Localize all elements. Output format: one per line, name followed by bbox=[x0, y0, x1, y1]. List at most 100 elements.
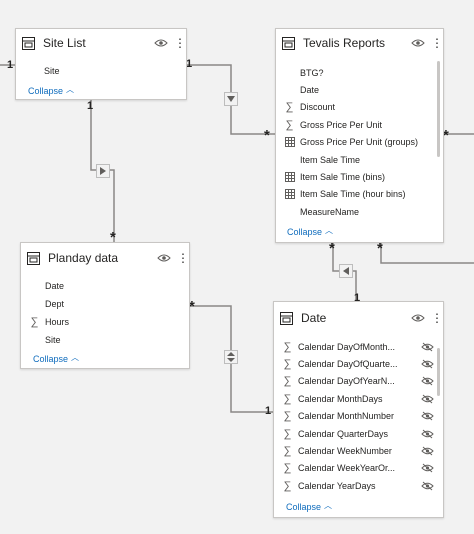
hidden-eye-icon[interactable] bbox=[421, 376, 434, 386]
collapse-link[interactable]: Collapse ︿ bbox=[28, 85, 74, 96]
field-name: Calendar DayOfQuarte... bbox=[298, 358, 398, 369]
field-row[interactable]: ∑ Calendar DayOfQuarte... bbox=[282, 355, 434, 372]
table-card-planday-data[interactable]: Planday data ⋮ Date Dept ∑ Hours Site Collap… bbox=[20, 242, 190, 369]
sigma-icon: ∑ bbox=[283, 479, 292, 492]
collapse-link[interactable]: Collapse ︿ bbox=[286, 501, 332, 512]
field-name: Calendar WeekYearOr... bbox=[298, 463, 396, 474]
table-card-site-list[interactable]: Site List ⋮ Site Collapse ︿ bbox=[15, 28, 187, 100]
field-name: Site bbox=[44, 65, 60, 76]
hidden-eye-icon[interactable] bbox=[421, 342, 434, 352]
table-icon bbox=[282, 36, 295, 50]
filter-direction-left-icon bbox=[339, 264, 353, 278]
field-name: Gross Price Per Unit (groups) bbox=[300, 137, 419, 148]
cardinality-site-tevalis-to: * bbox=[264, 127, 270, 144]
filter-direction-right-icon bbox=[96, 164, 110, 178]
field-row[interactable]: Gross Price Per Unit (groups) bbox=[284, 134, 418, 151]
field-row[interactable]: ∑ Calendar QuarterDays bbox=[282, 425, 434, 442]
group-grid-icon bbox=[284, 171, 295, 182]
more-options-icon[interactable]: ⋮ bbox=[177, 252, 189, 264]
field-name: Site bbox=[45, 334, 61, 345]
cardinality-tevalis-date-from: * bbox=[329, 240, 335, 257]
table-header[interactable]: Site List ⋮ bbox=[16, 29, 186, 57]
field-name: Date bbox=[300, 84, 320, 95]
field-row[interactable]: ∑ Discount bbox=[284, 99, 335, 116]
eye-icon[interactable] bbox=[411, 313, 425, 323]
field-row[interactable]: BTG? bbox=[284, 64, 324, 81]
eye-icon[interactable] bbox=[411, 38, 425, 48]
hidden-eye-icon[interactable] bbox=[421, 481, 434, 491]
table-header[interactable]: Planday data ⋮ bbox=[21, 243, 189, 273]
filter-direction-both-icon bbox=[224, 350, 238, 364]
field-row[interactable]: Site bbox=[29, 331, 61, 348]
hidden-eye-icon[interactable] bbox=[421, 394, 434, 404]
field-row[interactable]: Item Sale Time (bins) bbox=[284, 168, 385, 185]
field-row[interactable]: Item Sale Time (hour bins) bbox=[284, 186, 406, 203]
rel-line-tevalis-bottom bbox=[380, 243, 474, 264]
hidden-eye-icon[interactable] bbox=[421, 411, 434, 421]
field-row[interactable]: ∑ Hours bbox=[29, 313, 69, 330]
field-name: Item Sale Time bbox=[300, 154, 361, 165]
hidden-eye-icon[interactable] bbox=[421, 429, 434, 439]
sigma-icon: ∑ bbox=[283, 392, 292, 405]
hidden-eye-icon[interactable] bbox=[421, 463, 434, 473]
table-card-tevalis-reports[interactable]: Tevalis Reports ⋮ BTG? Date ∑ Discount ∑ Gros… bbox=[275, 28, 444, 243]
sigma-icon: ∑ bbox=[283, 427, 292, 440]
field-row[interactable]: ∑ Calendar MonthDays bbox=[282, 390, 434, 407]
field-name: Calendar MonthDays bbox=[298, 393, 383, 404]
chevron-up-icon: ︿ bbox=[324, 501, 333, 510]
field-name: Item Sale Time (bins) bbox=[300, 171, 386, 182]
scrollbar[interactable] bbox=[437, 348, 440, 396]
field-name: Hours bbox=[45, 316, 70, 327]
table-card-date[interactable]: Date ⋮ ∑ Calendar DayOfMonth... ∑ Calendar … bbox=[273, 301, 444, 518]
sigma-icon: ∑ bbox=[30, 315, 39, 328]
chevron-up-icon: ︿ bbox=[325, 226, 334, 235]
field-row[interactable]: Date bbox=[29, 277, 64, 294]
table-title: Date bbox=[301, 311, 327, 325]
table-title: Planday data bbox=[48, 251, 119, 265]
table-header[interactable]: Date ⋮ bbox=[274, 302, 443, 334]
field-row[interactable]: ∑ Calendar DayOfYearN... bbox=[282, 373, 434, 390]
field-row[interactable]: ∑ Calendar DayOfMonth... bbox=[282, 338, 434, 355]
collapse-label: Collapse bbox=[33, 353, 69, 364]
group-grid-icon bbox=[284, 189, 295, 200]
eye-icon[interactable] bbox=[154, 38, 168, 48]
eye-icon[interactable] bbox=[157, 253, 171, 263]
field-name: Date bbox=[45, 280, 65, 291]
collapse-label: Collapse bbox=[286, 501, 322, 512]
group-grid-icon bbox=[284, 137, 295, 148]
more-options-icon[interactable]: ⋮ bbox=[431, 312, 443, 324]
sigma-icon: ∑ bbox=[283, 410, 292, 423]
field-row[interactable]: ∑ Calendar MonthNumber bbox=[282, 408, 434, 425]
more-options-icon[interactable]: ⋮ bbox=[431, 37, 443, 49]
field-name: Gross Price Per Unit bbox=[300, 119, 383, 130]
chevron-up-icon: ︿ bbox=[66, 85, 75, 94]
field-row[interactable]: Site bbox=[28, 62, 60, 79]
field-name: Dept bbox=[45, 298, 65, 309]
field-row[interactable]: Date bbox=[284, 81, 319, 98]
collapse-link[interactable]: Collapse ︿ bbox=[33, 353, 79, 364]
table-title: Site List bbox=[43, 36, 86, 50]
field-row[interactable]: Dept bbox=[29, 295, 64, 312]
field-row[interactable]: Item Sale Time bbox=[284, 151, 360, 168]
field-name: Calendar QuarterDays bbox=[298, 428, 389, 439]
collapse-label: Collapse bbox=[287, 226, 323, 237]
field-name: Item Sale Time (hour bins) bbox=[300, 189, 406, 200]
field-row[interactable]: ∑ Calendar YearDays bbox=[282, 477, 434, 494]
table-title: Tevalis Reports bbox=[303, 36, 386, 50]
field-name: BTG? bbox=[300, 67, 324, 78]
collapse-label: Collapse bbox=[28, 85, 64, 96]
cardinality-tevalis-bottom: * bbox=[377, 240, 383, 257]
more-options-icon[interactable]: ⋮ bbox=[174, 37, 186, 49]
sigma-icon: ∑ bbox=[283, 444, 292, 457]
collapse-link[interactable]: Collapse ︿ bbox=[287, 226, 333, 237]
field-row[interactable]: ∑ Calendar WeekYearOr... bbox=[282, 460, 434, 477]
field-row[interactable]: ∑ Gross Price Per Unit bbox=[284, 116, 382, 133]
sigma-icon: ∑ bbox=[283, 357, 292, 370]
hidden-eye-icon[interactable] bbox=[421, 359, 434, 369]
hidden-eye-icon[interactable] bbox=[421, 446, 434, 456]
field-name: Calendar YearDays bbox=[298, 480, 376, 491]
scrollbar[interactable] bbox=[437, 61, 440, 157]
field-row[interactable]: MeasureName bbox=[284, 203, 359, 220]
field-row[interactable]: ∑ Calendar WeekNumber bbox=[282, 442, 434, 459]
table-header[interactable]: Tevalis Reports ⋮ bbox=[276, 29, 443, 57]
